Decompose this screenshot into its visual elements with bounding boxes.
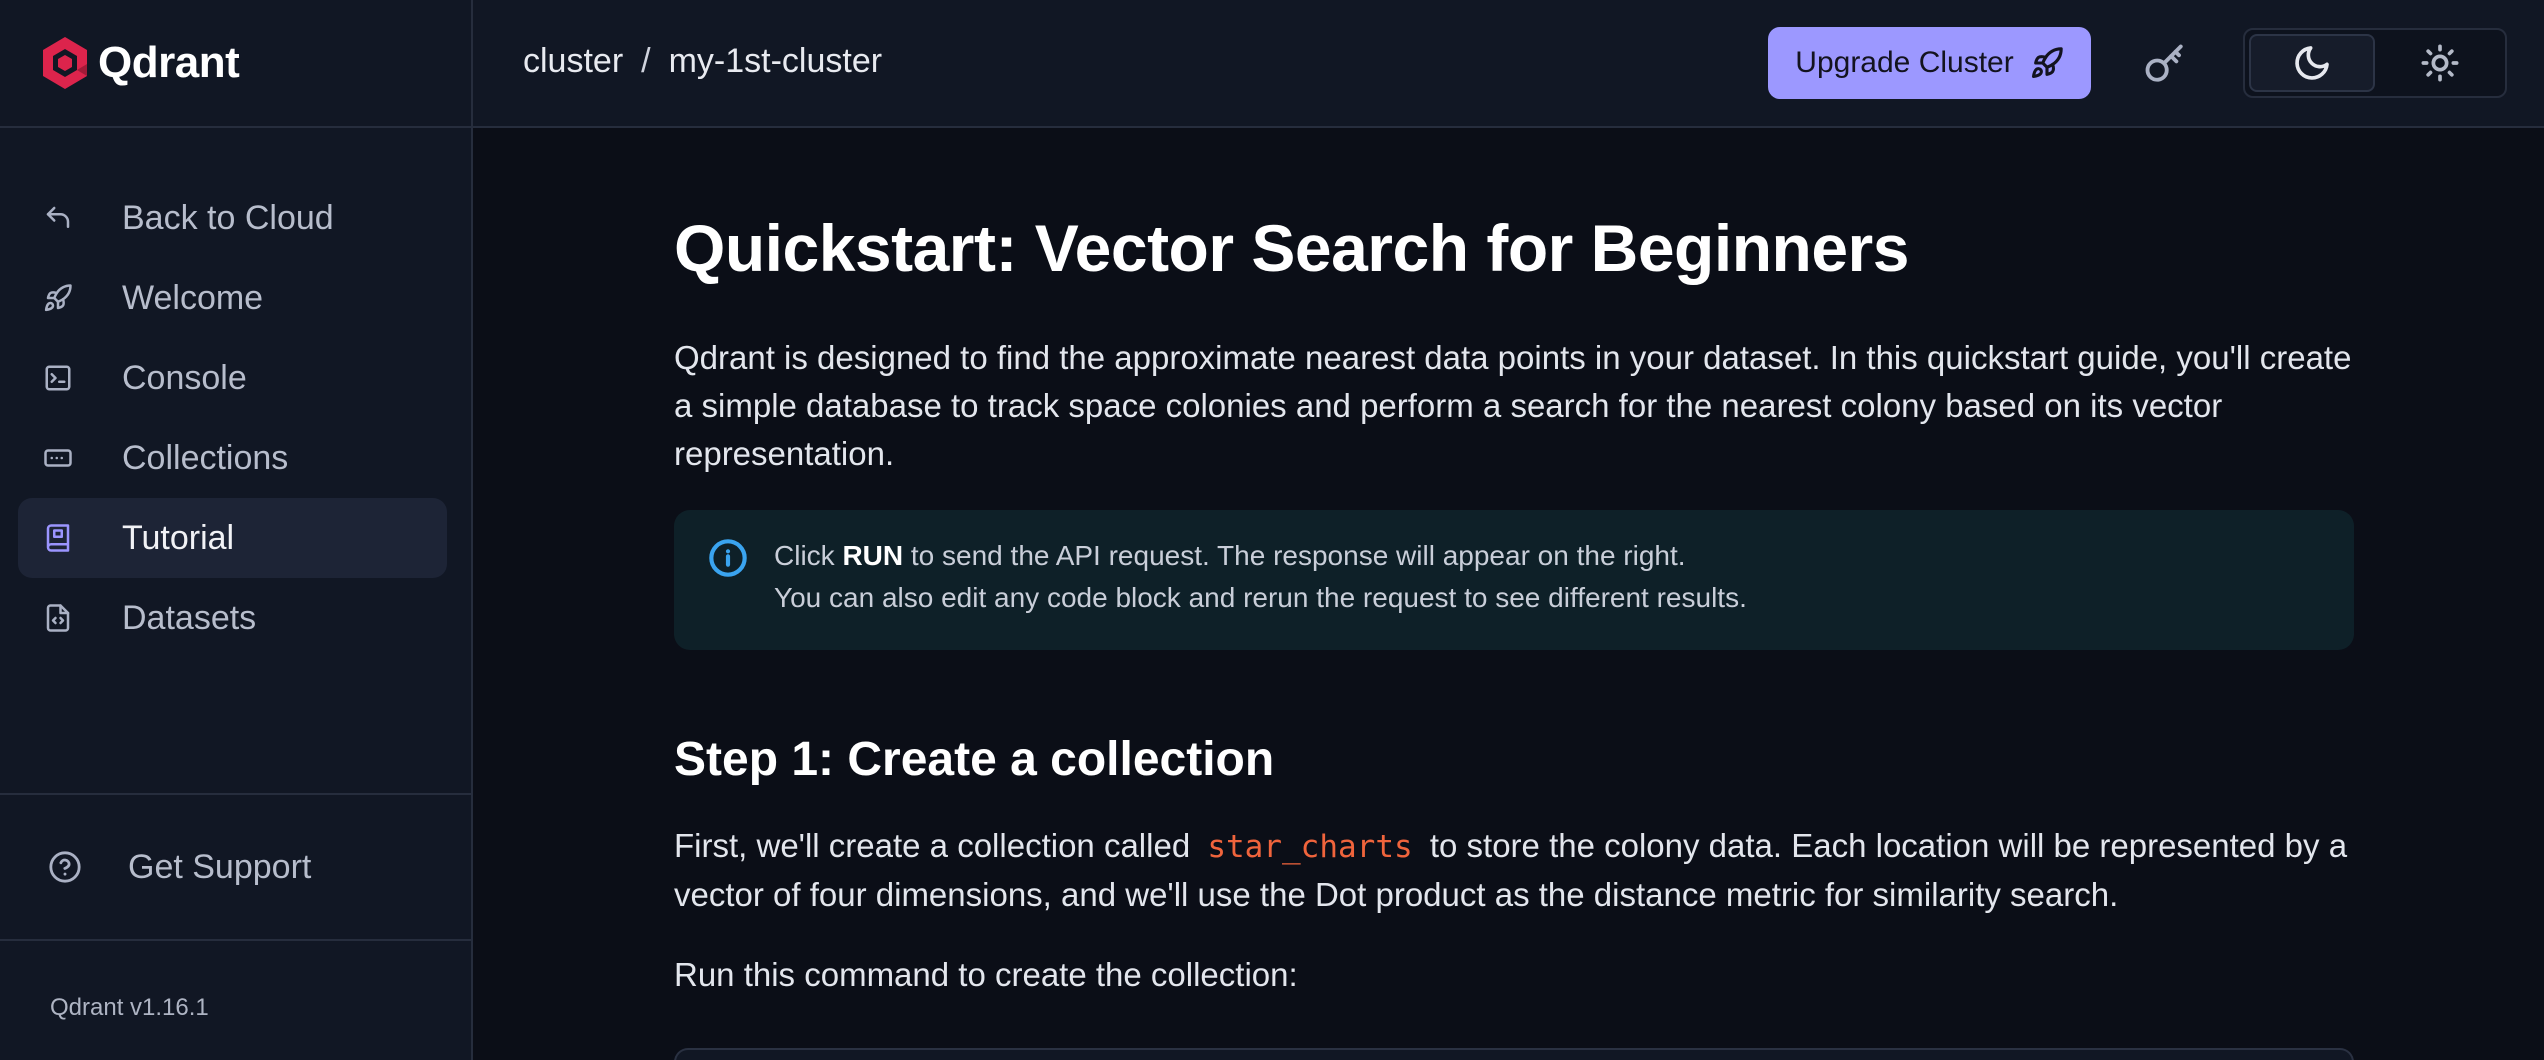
sidebar-item-label: Datasets	[122, 598, 257, 637]
api-key-button[interactable]	[2143, 42, 2187, 86]
info-run-keyword: RUN	[842, 540, 904, 571]
step-1-paragraph: First, we'll create a collection called …	[674, 822, 2354, 919]
sidebar-nav: Back to Cloud Welcome Console Collection…	[18, 178, 447, 658]
brand[interactable]: Qdrant	[0, 0, 471, 128]
help-circle-icon	[49, 851, 81, 883]
sidebar-item-label: Back to Cloud	[122, 198, 334, 237]
step-1-heading: Step 1: Create a collection	[674, 733, 1275, 786]
back-arrow-icon	[42, 202, 74, 234]
info-line-1: Click RUN to send the API request. The r…	[774, 540, 1686, 572]
rocket-icon	[2031, 47, 2063, 79]
intro-paragraph: Qdrant is designed to find the approxima…	[674, 339, 2352, 472]
file-code-icon	[42, 602, 74, 634]
sidebar-item-collections[interactable]: Collections	[18, 418, 447, 498]
step-1-text-before: First, we'll create a collection called	[674, 827, 1191, 864]
brand-name: Qdrant	[98, 38, 240, 87]
breadcrumb-current: my-1st-cluster	[668, 42, 883, 80]
info-prefix: Click	[774, 540, 835, 571]
terminal-icon	[42, 362, 74, 394]
sidebar-item-label: Tutorial	[122, 518, 235, 557]
theme-toggle	[2243, 28, 2507, 98]
dark-theme-button[interactable]	[2249, 34, 2375, 92]
sidebar-item-tutorial[interactable]: Tutorial	[18, 498, 447, 578]
breadcrumb-separator: /	[641, 42, 651, 80]
info-icon	[709, 539, 747, 577]
sidebar-item-label: Welcome	[122, 278, 264, 317]
light-theme-button[interactable]	[2377, 34, 2503, 92]
qdrant-logo-icon	[43, 37, 87, 89]
upgrade-cluster-button[interactable]: Upgrade Cluster	[1768, 27, 2091, 99]
top-header: cluster / my-1st-cluster Upgrade Cluster	[473, 0, 2544, 128]
get-support-link[interactable]: Get Support	[0, 793, 471, 941]
code-block[interactable]	[674, 1048, 2354, 1060]
breadcrumb: cluster / my-1st-cluster	[523, 42, 882, 81]
sidebar-item-datasets[interactable]: Datasets	[18, 578, 447, 658]
app: Qdrant Back to Cloud Welcome Console Col…	[0, 0, 2544, 1060]
breadcrumb-root[interactable]: cluster	[523, 42, 623, 81]
moon-icon	[2295, 46, 2329, 80]
sidebar-item-welcome[interactable]: Welcome	[18, 258, 447, 338]
book-icon	[42, 522, 74, 554]
get-support-label: Get Support	[128, 847, 312, 886]
sidebar: Qdrant Back to Cloud Welcome Console Col…	[0, 0, 473, 1060]
info-callout: Click RUN to send the API request. The r…	[674, 510, 2354, 650]
info-suffix: to send the API request. The response wi…	[910, 540, 1686, 571]
sun-icon	[2421, 44, 2459, 82]
collection-name-code: star_charts	[1207, 829, 1413, 865]
sidebar-item-console[interactable]: Console	[18, 338, 447, 418]
page-title: Quickstart: Vector Search for Beginners	[674, 211, 1909, 285]
sidebar-item-label: Collections	[122, 438, 289, 477]
version-label: Qdrant v1.16.1	[50, 994, 209, 1021]
rocket-icon	[42, 282, 74, 314]
upgrade-cluster-label: Upgrade Cluster	[1795, 46, 2014, 79]
info-line-2: You can also edit any code block and rer…	[774, 582, 1747, 613]
collection-icon	[42, 442, 74, 474]
key-icon	[2145, 44, 2183, 82]
run-instruction: Run this command to create the collectio…	[674, 956, 1298, 993]
sidebar-item-label: Console	[122, 358, 247, 397]
sidebar-item-back-to-cloud[interactable]: Back to Cloud	[18, 178, 447, 258]
